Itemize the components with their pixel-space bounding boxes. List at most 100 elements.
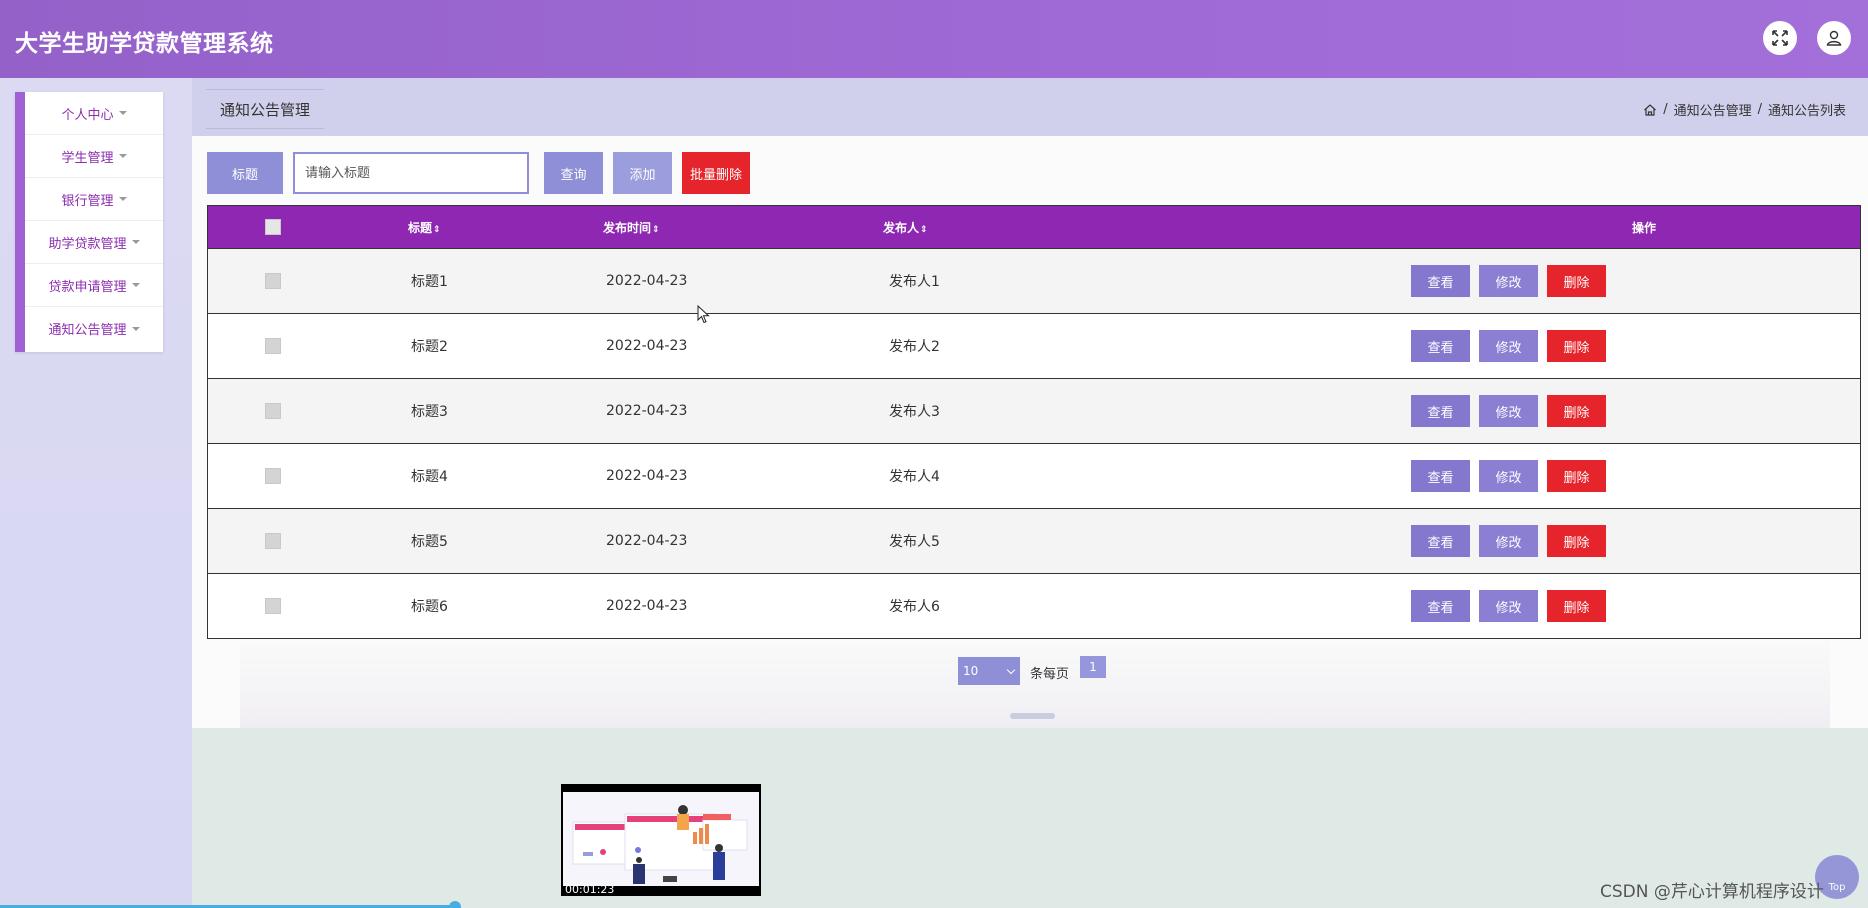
sidebar-menu: 个人中心 学生管理 银行管理 助学贷款管理 贷款申请管理 通知公告管理 [15, 92, 163, 352]
cell-title: 标题3 [411, 404, 448, 420]
expand-icon [1772, 30, 1788, 46]
sort-icon: ⇕ [920, 224, 928, 235]
delete-button[interactable]: 删除 [1547, 590, 1606, 622]
breadcrumb-separator: / [1757, 102, 1762, 117]
sidebar-item-label: 学生管理 [61, 150, 114, 166]
column-header-title[interactable]: 标题⇕ [338, 219, 603, 236]
column-header-time[interactable]: 发布时间⇕ [603, 219, 883, 236]
cell-time: 2022-04-23 [606, 598, 688, 614]
table-row: 标题2 2022-04-23 发布人2 查看 修改 删除 [208, 313, 1860, 378]
user-icon [1826, 30, 1842, 46]
view-button[interactable]: 查看 [1411, 265, 1470, 297]
cell-actions: 查看 修改 删除 [1262, 330, 1860, 362]
cell-title: 标题1 [411, 274, 448, 290]
top-header: 大学生助学贷款管理系统 [0, 0, 1868, 78]
app-title: 大学生助学贷款管理系统 [15, 31, 274, 57]
cell-actions: 查看 修改 删除 [1262, 265, 1860, 297]
search-title-input[interactable] [293, 152, 529, 194]
video-timestamp: 00:01:23 [565, 883, 615, 896]
delete-button[interactable]: 删除 [1547, 395, 1606, 427]
edit-button[interactable]: 修改 [1479, 395, 1538, 427]
caret-down-icon [118, 197, 127, 201]
cell-title: 标题2 [411, 339, 448, 355]
caret-down-icon [131, 240, 140, 244]
view-button[interactable]: 查看 [1411, 460, 1470, 492]
cell-actions: 查看 修改 删除 [1262, 460, 1860, 492]
per-page-label: 条每页 [1030, 667, 1070, 682]
cell-time: 2022-04-23 [606, 468, 688, 484]
delete-button[interactable]: 删除 [1547, 265, 1606, 297]
edit-button[interactable]: 修改 [1479, 525, 1538, 557]
select-all-checkbox[interactable] [265, 219, 281, 235]
notice-table: 标题⇕ 发布时间⇕ 发布人⇕ 操作 标题1 2022-04-23 发布人1 查看… [207, 205, 1861, 639]
sidebar-item-loans[interactable]: 助学贷款管理 [25, 221, 163, 264]
header-check-cell [208, 219, 338, 235]
fullscreen-button[interactable] [1763, 21, 1797, 55]
breadcrumb: / 通知公告管理 / 通知公告列表 [1643, 100, 1846, 119]
query-button[interactable]: 查询 [544, 152, 603, 194]
row-checkbox[interactable] [265, 273, 281, 289]
home-icon[interactable] [1643, 103, 1657, 117]
caret-down-icon [118, 111, 127, 115]
search-label: 标题 [207, 152, 283, 194]
row-check-cell [208, 403, 338, 419]
column-header-actions: 操作 [1631, 220, 1656, 235]
sidebar-item-personal-center[interactable]: 个人中心 [25, 92, 163, 135]
cell-publisher: 发布人1 [889, 274, 940, 290]
column-header-publisher[interactable]: 发布人⇕ [883, 219, 1428, 236]
page-number-button[interactable]: 1 [1080, 656, 1106, 678]
delete-button[interactable]: 删除 [1547, 460, 1606, 492]
scroll-indicator [1010, 713, 1055, 719]
row-check-cell [208, 338, 338, 354]
cell-time: 2022-04-23 [606, 338, 688, 354]
row-checkbox[interactable] [265, 533, 281, 549]
row-checkbox[interactable] [265, 468, 281, 484]
cell-time: 2022-04-23 [606, 403, 688, 419]
cell-publisher: 发布人6 [889, 599, 940, 615]
sidebar-item-label: 个人中心 [61, 107, 114, 123]
breadcrumb-level1[interactable]: 通知公告管理 [1674, 100, 1752, 119]
cell-publisher: 发布人4 [889, 469, 940, 485]
view-button[interactable]: 查看 [1411, 395, 1470, 427]
page-size-value: 10 [963, 664, 979, 678]
chevron-down-icon [1006, 665, 1016, 675]
column-header-label: 发布时间 [603, 220, 652, 235]
cell-time: 2022-04-23 [606, 273, 688, 289]
edit-button[interactable]: 修改 [1479, 330, 1538, 362]
batch-delete-button[interactable]: 批量删除 [682, 152, 750, 194]
user-menu-button[interactable] [1817, 21, 1851, 55]
view-button[interactable]: 查看 [1411, 330, 1470, 362]
row-checkbox[interactable] [265, 598, 281, 614]
cell-actions: 查看 修改 删除 [1262, 590, 1860, 622]
sidebar-item-notices[interactable]: 通知公告管理 [25, 307, 163, 350]
view-button[interactable]: 查看 [1411, 590, 1470, 622]
view-button[interactable]: 查看 [1411, 525, 1470, 557]
sidebar-item-students[interactable]: 学生管理 [25, 135, 163, 178]
row-checkbox[interactable] [265, 403, 281, 419]
edit-button[interactable]: 修改 [1479, 590, 1538, 622]
sidebar-item-banks[interactable]: 银行管理 [25, 178, 163, 221]
cell-actions: 查看 修改 删除 [1262, 525, 1860, 557]
thumbnail-illustration [563, 792, 759, 886]
watermark: CSDN @芹心计算机程序设计 [1600, 882, 1824, 902]
delete-button[interactable]: 删除 [1547, 525, 1606, 557]
add-button[interactable]: 添加 [613, 152, 672, 194]
page-size-select[interactable]: 10 [958, 657, 1020, 685]
video-progress-handle[interactable] [449, 901, 461, 908]
caret-down-icon [131, 326, 140, 331]
edit-button[interactable]: 修改 [1479, 265, 1538, 297]
row-check-cell [208, 533, 338, 549]
delete-button[interactable]: 删除 [1547, 330, 1606, 362]
edit-button[interactable]: 修改 [1479, 460, 1538, 492]
mouse-cursor-icon [697, 305, 710, 324]
sidebar-item-loan-applications[interactable]: 贷款申请管理 [25, 264, 163, 307]
cell-publisher: 发布人3 [889, 404, 940, 420]
table-row: 标题5 2022-04-23 发布人5 查看 修改 删除 [208, 508, 1860, 573]
column-header-label: 标题 [408, 220, 433, 235]
video-thumbnail[interactable]: 00:01:23 [561, 784, 761, 896]
caret-down-icon [118, 154, 127, 158]
sidebar-item-label: 助学贷款管理 [48, 236, 127, 252]
row-checkbox[interactable] [265, 338, 281, 354]
breadcrumb-bar [192, 78, 1868, 136]
caret-down-icon [131, 283, 140, 287]
